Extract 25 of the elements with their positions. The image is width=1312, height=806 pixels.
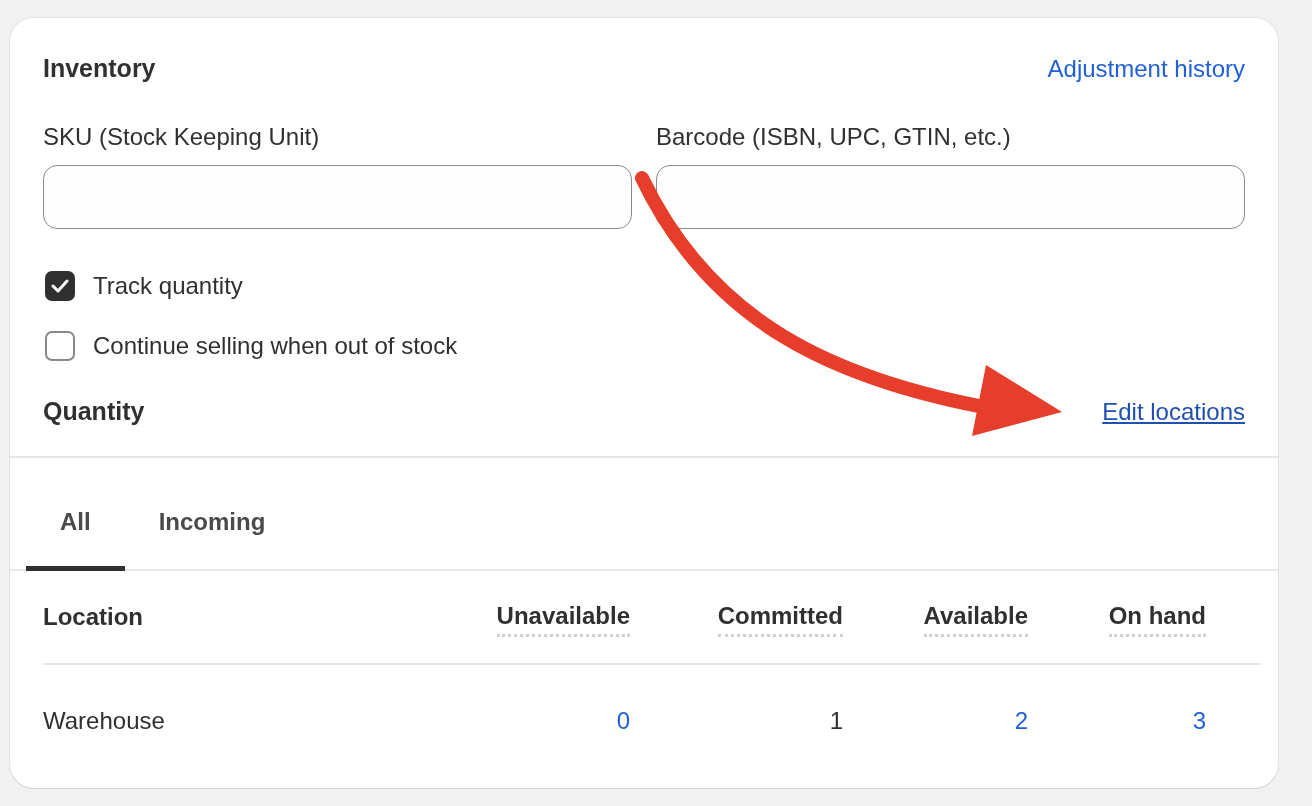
quantity-title: Quantity — [43, 397, 145, 426]
quantity-link[interactable]: 2 — [1014, 707, 1028, 735]
tab[interactable]: Incoming — [124, 508, 300, 571]
checkbox[interactable] — [45, 271, 75, 301]
column-header: Unavailable — [496, 601, 630, 637]
input-field[interactable] — [656, 165, 1245, 229]
checkbox-label: Track quantity — [93, 272, 243, 300]
table-cell: 1 — [829, 707, 843, 735]
column-header: Committed — [717, 601, 843, 637]
field-label: SKU (Stock Keeping Unit) — [43, 123, 321, 151]
tab[interactable]: All — [26, 508, 125, 571]
column-header: On hand — [1108, 601, 1206, 637]
checkbox-label: Continue selling when out of stock — [93, 332, 458, 360]
column-header: Available — [923, 601, 1028, 637]
edit-locations-link[interactable]: Edit locations — [1102, 397, 1245, 426]
card-title: Inventory — [43, 54, 156, 83]
quantity-link[interactable]: 3 — [1192, 707, 1206, 735]
checkbox[interactable] — [45, 331, 75, 361]
field-label: Barcode (ISBN, UPC, GTIN, etc.) — [656, 123, 1012, 151]
quantity-link[interactable]: 0 — [616, 707, 630, 735]
checkmark-icon — [51, 279, 69, 293]
adjustment-history-link[interactable]: Adjustment history — [1047, 54, 1245, 83]
input-field[interactable] — [43, 165, 632, 229]
table-cell: Warehouse — [43, 707, 165, 735]
column-header: Location — [43, 603, 143, 631]
